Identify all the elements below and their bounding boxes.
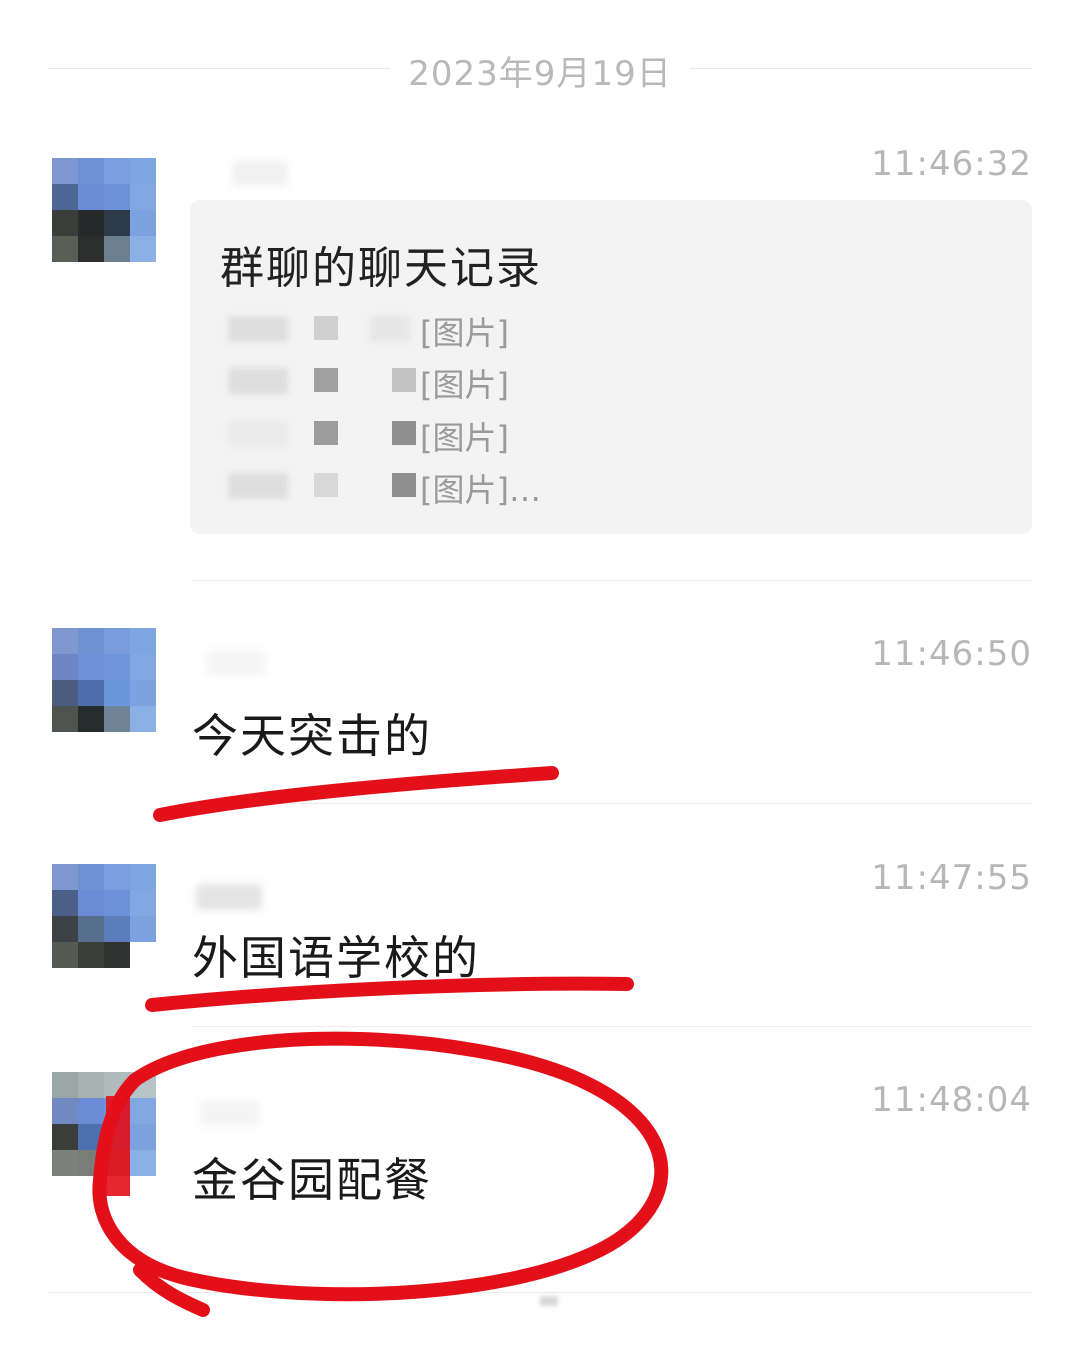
- chat-record-card[interactable]: 群聊的聊天记录 [图片] [图片] [图片] [图片]…: [190, 200, 1032, 534]
- sender-name-redacted: [196, 884, 262, 910]
- sender-name-redacted: [232, 160, 288, 186]
- card-line-text: [图片]: [420, 419, 509, 457]
- message-separator: [192, 803, 1032, 804]
- card-title: 群聊的聊天记录: [220, 243, 542, 294]
- sender-avatar[interactable]: [52, 628, 156, 732]
- message-text: 今天突击的: [192, 709, 432, 763]
- message-text: 金谷园配餐: [192, 1153, 432, 1207]
- divider-line-right: [690, 68, 1032, 69]
- message-time: 11:46:50: [871, 634, 1032, 674]
- sender-avatar[interactable]: [52, 158, 156, 262]
- message-text: 外国语学校的: [192, 931, 480, 985]
- card-line: [图片]…: [220, 465, 640, 509]
- sender-avatar[interactable]: [52, 1072, 156, 1176]
- sender-avatar[interactable]: [52, 864, 156, 968]
- sender-name-redacted: [200, 1100, 260, 1126]
- message-time: 11:47:55: [871, 858, 1032, 898]
- card-line: [图片]: [220, 413, 640, 457]
- underline-mark: [153, 766, 559, 822]
- message-time: 11:46:32: [871, 144, 1032, 184]
- card-line-text: [图片]: [420, 314, 509, 352]
- sender-name-redacted: [206, 650, 266, 676]
- card-line: [图片]: [220, 360, 640, 404]
- message-time: 11:48:04: [871, 1080, 1032, 1120]
- card-line-text: [图片]: [420, 366, 509, 404]
- redacted-fragment: [540, 1296, 558, 1306]
- card-line: [图片]: [220, 308, 640, 352]
- date-label: 2023年9月19日: [408, 54, 672, 94]
- message-separator: [192, 1026, 1032, 1027]
- card-line-text: [图片]…: [420, 471, 541, 509]
- message-separator: [192, 580, 1032, 581]
- date-divider: 2023年9月19日: [0, 40, 1080, 100]
- message-separator: [48, 1292, 1032, 1293]
